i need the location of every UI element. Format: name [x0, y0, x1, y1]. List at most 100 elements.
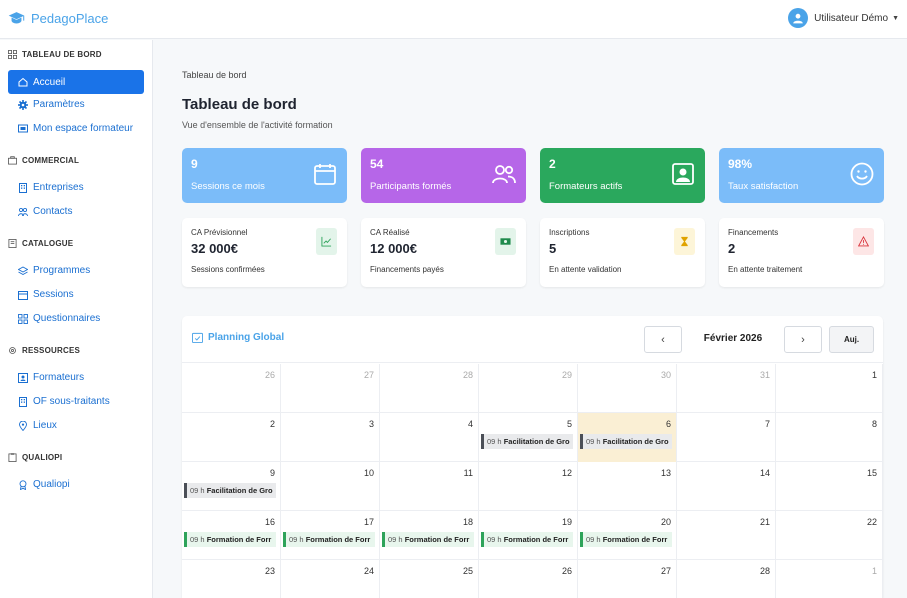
calendar-header: Planning Global ‹ Février 2026 › Auj. [182, 316, 883, 363]
calendar-day-cell[interactable]: 19 09 h Formation de Forr [479, 511, 578, 560]
building-icon [19, 396, 27, 407]
sidebar-item-entreprises[interactable]: Entreprises [18, 182, 84, 193]
calendar-day-cell[interactable]: 5 09 h Facilitation de Gro [479, 413, 578, 462]
day-number: 28 [759, 566, 770, 576]
event-time: 09 h [388, 535, 403, 544]
calendar-event[interactable]: 09 h Formation de Forr [580, 532, 672, 547]
sidebar-item-accueil[interactable]: Accueil [8, 70, 144, 94]
calendar-day-cell[interactable]: 9 09 h Facilitation de Gro [182, 462, 281, 511]
sidebar-item-questionnaires[interactable]: Questionnaires [18, 313, 100, 324]
event-time: 09 h [487, 437, 502, 446]
calendar-day-cell[interactable]: 21 [677, 511, 776, 560]
calendar-week-row: 16 09 h Formation de Forr 17 09 h Formation… [182, 511, 883, 560]
calendar-day-cell[interactable]: 27 [578, 560, 677, 598]
brand-logo[interactable]: PedagoPlace [8, 11, 108, 26]
calendar-day-cell[interactable]: 6 09 h Facilitation de Gro [578, 413, 677, 462]
day-number: 31 [759, 370, 770, 380]
sidebar-item-sessions[interactable]: Sessions [18, 289, 74, 300]
sidebar-item-label: Programmes [33, 265, 91, 276]
people-icon [18, 207, 28, 216]
calendar-day-cell[interactable]: 7 [677, 413, 776, 462]
calendar-day-cell[interactable]: 22 [776, 511, 883, 560]
sidebar-item-lieux[interactable]: Lieux [18, 420, 57, 431]
calendar-day-cell[interactable]: 10 [281, 462, 380, 511]
sidebar-item-label: Questionnaires [33, 313, 101, 324]
calendar-day-cell[interactable]: 30 [578, 364, 677, 413]
calendar-event[interactable]: 09 h Formation de Forr [283, 532, 375, 547]
calendar-event[interactable]: 09 h Formation de Forr [184, 532, 276, 547]
calendar-day-cell[interactable]: 8 [776, 413, 883, 462]
day-number: 11 [463, 468, 473, 478]
calendar-day-cell[interactable]: 28 [380, 364, 479, 413]
calendar-event[interactable]: 09 h Formation de Forr [382, 532, 474, 547]
calendar-day-cell[interactable]: 26 [182, 364, 281, 413]
planning-calendar: Planning Global ‹ Février 2026 › Auj. 26… [182, 316, 883, 598]
calendar-day-cell[interactable]: 18 09 h Formation de Forr [380, 511, 479, 560]
calendar-day-cell[interactable]: 16 09 h Formation de Forr [182, 511, 281, 560]
today-button[interactable]: Auj. [829, 326, 874, 353]
calendar-day-cell[interactable]: 11 [380, 462, 479, 511]
stat-card-formateurs[interactable]: 2 Formateurs actifs [540, 148, 705, 203]
calendar-event[interactable]: 09 h Facilitation de Gro [580, 434, 672, 449]
sidebar-section-commercial: COMMERCIAL [8, 156, 79, 165]
calendar-week-row: 26 27 28 29 30 31 1 [182, 364, 883, 413]
kpi-card-ca-previsionnel[interactable]: CA Prévisionnel 32 000€ Sessions confirm… [182, 218, 347, 287]
sidebar-item-contacts[interactable]: Contacts [18, 206, 72, 217]
calendar-day-cell[interactable]: 17 09 h Formation de Forr [281, 511, 380, 560]
sidebar-item-qualiopi[interactable]: Qualiopi [18, 479, 70, 490]
calendar-day-cell[interactable]: 29 [479, 364, 578, 413]
next-month-button[interactable]: › [784, 326, 822, 353]
calendar-day-cell[interactable]: 24 [281, 560, 380, 598]
sidebar: TABLEAU DE BORD Accueil Paramètres Mon e… [0, 40, 153, 598]
event-name: Formation de Forr [305, 535, 371, 544]
kpi-title: Inscriptions [549, 228, 590, 237]
calendar-day-cell[interactable]: 27 [281, 364, 380, 413]
stat-card-satisfaction[interactable]: 98% Taux satisfaction [719, 148, 884, 203]
calendar-day-cell[interactable]: 13 [578, 462, 677, 511]
calendar-day-cell[interactable]: 26 [479, 560, 578, 598]
calendar-event[interactable]: 09 h Formation de Forr [481, 532, 573, 547]
calendar-day-cell[interactable]: 2 [182, 413, 281, 462]
calendar-title-text: Planning Global [208, 332, 285, 343]
section-title: RESSOURCES [22, 346, 81, 355]
calendar-day-cell[interactable]: 4 [380, 413, 479, 462]
day-number: 4 [467, 419, 473, 429]
calendar-event[interactable]: 09 h Facilitation de Gro [184, 483, 276, 498]
stat-card-sessions[interactable]: 9 Sessions ce mois [182, 148, 347, 203]
kpi-card-financements[interactable]: Financements 2 En attente traitement [719, 218, 884, 287]
brand-name: PedagoPlace [31, 11, 109, 26]
warning-icon [858, 236, 869, 247]
calendar-day-cell[interactable]: 3 [281, 413, 380, 462]
calendar-day-cell[interactable]: 15 [776, 462, 883, 511]
sidebar-item-espace-formateur[interactable]: Mon espace formateur [18, 123, 133, 134]
user-menu[interactable]: Utilisateur Démo ▼ [788, 8, 899, 28]
id-badge-icon [18, 372, 28, 383]
day-number: 30 [660, 370, 671, 380]
calendar-event[interactable]: 09 h Facilitation de Gro [481, 434, 573, 449]
kpi-card-inscriptions[interactable]: Inscriptions 5 En attente validation [540, 218, 705, 287]
sidebar-item-programmes[interactable]: Programmes [18, 265, 90, 276]
sidebar-item-formateurs[interactable]: Formateurs [18, 372, 84, 383]
user-icon [793, 13, 803, 24]
sidebar-item-label: Mon espace formateur [33, 123, 134, 134]
calendar-day-cell[interactable]: 28 [677, 560, 776, 598]
calendar-day-cell[interactable]: 1 [776, 560, 883, 598]
calendar-day-cell[interactable]: 20 09 h Formation de Forr [578, 511, 677, 560]
kpi-card-ca-realise[interactable]: CA Réalisé 12 000€ Financements payés [361, 218, 526, 287]
calendar-day-cell[interactable]: 1 [776, 364, 883, 413]
calendar-day-cell[interactable]: 23 [182, 560, 281, 598]
stat-value: 98% [728, 157, 753, 171]
award-icon [19, 479, 27, 490]
users-icon [492, 165, 516, 184]
sidebar-item-parametres[interactable]: Paramètres [18, 99, 85, 110]
calendar-day-cell[interactable]: 14 [677, 462, 776, 511]
stat-card-participants[interactable]: 54 Participants formés [361, 148, 526, 203]
kpi-title: CA Réalisé [370, 228, 410, 237]
calendar-day-cell[interactable]: 31 [677, 364, 776, 413]
calendar-week-row: 2 3 4 5 09 h Facilitation de Gro 6 09 h Facili… [182, 413, 883, 462]
list-icon [18, 313, 28, 324]
calendar-day-cell[interactable]: 12 [479, 462, 578, 511]
calendar-day-cell[interactable]: 25 [380, 560, 479, 598]
sidebar-item-of-sous-traitants[interactable]: OF sous-traitants [18, 396, 110, 407]
page-title: Tableau de bord [182, 96, 297, 113]
